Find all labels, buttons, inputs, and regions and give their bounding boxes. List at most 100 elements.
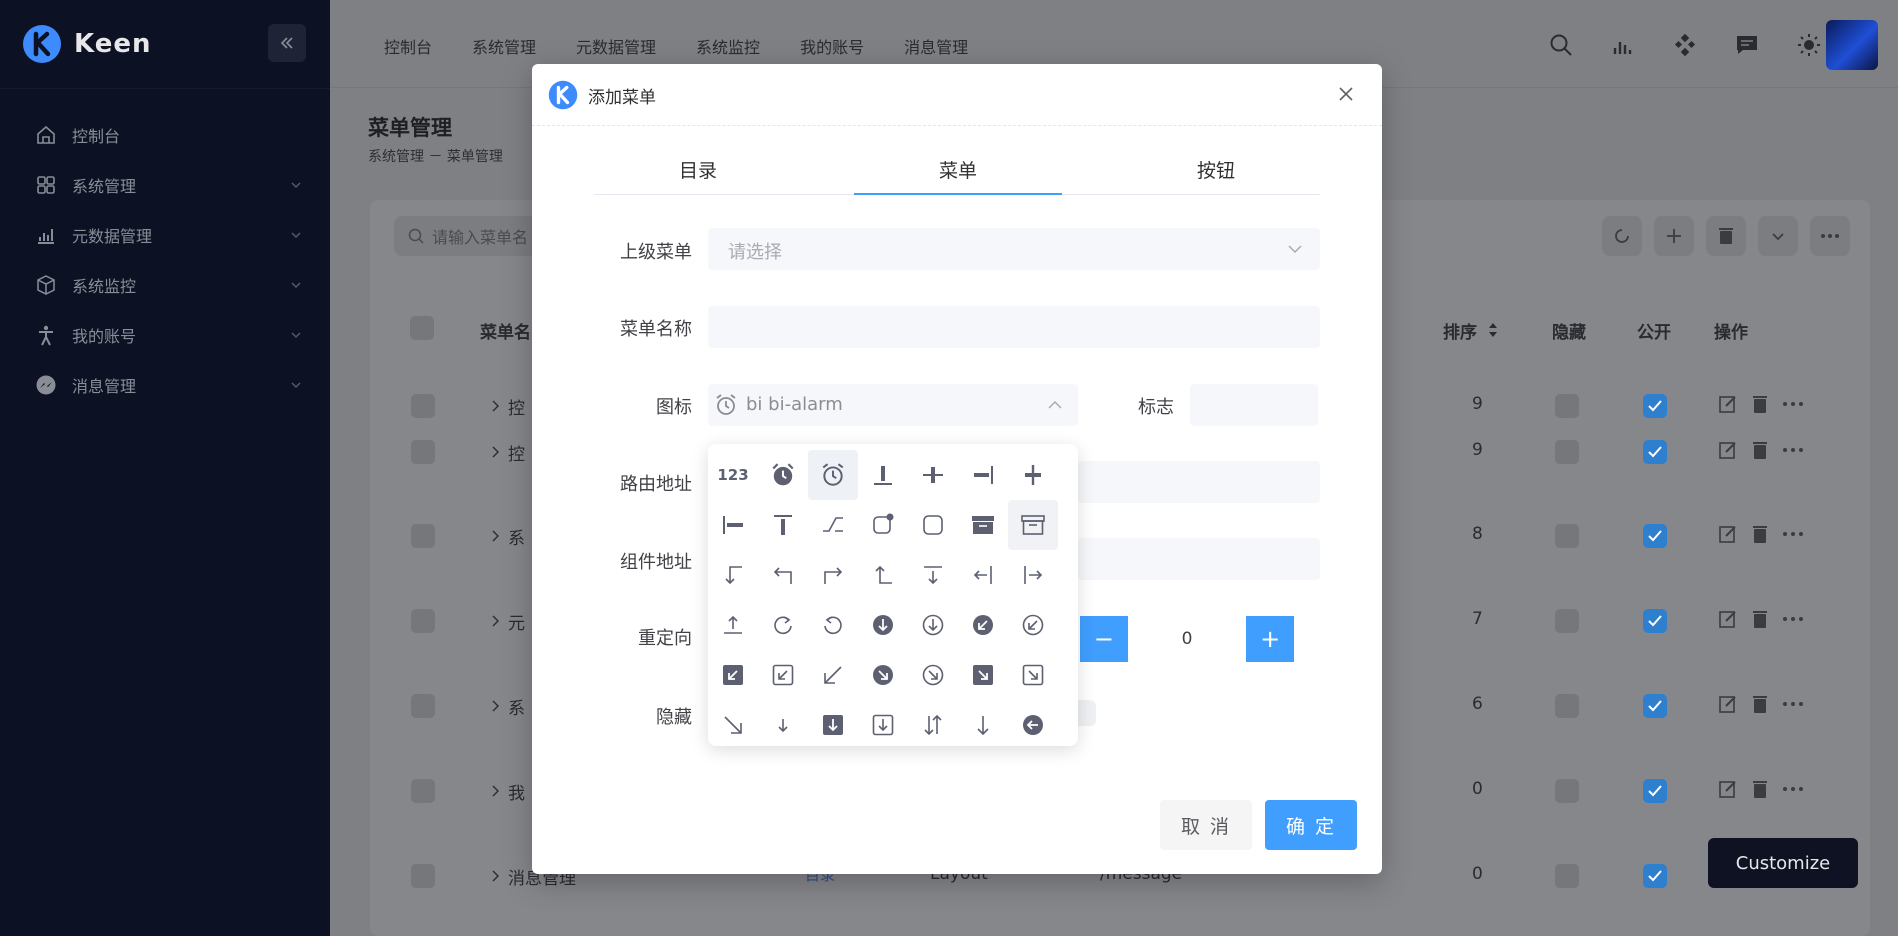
row-checkbox[interactable]: [411, 779, 435, 803]
archive-icon[interactable]: [1008, 500, 1058, 550]
arrow-90deg-down-icon[interactable]: [708, 550, 758, 600]
arrow-down-short-icon[interactable]: [758, 700, 808, 750]
arrow-down-up-icon[interactable]: [908, 700, 958, 750]
row-checkbox[interactable]: [411, 440, 435, 464]
arrow-clockwise-icon[interactable]: [758, 600, 808, 650]
flag-input[interactable]: [1190, 384, 1318, 426]
archive-fill-icon[interactable]: [958, 500, 1008, 550]
chevron-right-icon[interactable]: [490, 446, 500, 458]
chat-icon[interactable]: [1716, 28, 1778, 62]
arrow-bar-down-icon[interactable]: [908, 550, 958, 600]
align-center-icon[interactable]: [908, 450, 958, 500]
top-menu-item[interactable]: 控制台: [384, 34, 432, 58]
chevron-right-icon[interactable]: [490, 700, 500, 712]
bar-chart-icon[interactable]: [1592, 28, 1654, 62]
trash-icon[interactable]: [1752, 779, 1768, 799]
alt-icon[interactable]: [808, 500, 858, 550]
arrow-counterclockwise-icon[interactable]: [808, 600, 858, 650]
sort-icon[interactable]: [1488, 322, 1498, 338]
row-hidden-checkbox[interactable]: [1555, 779, 1579, 803]
route-input[interactable]: [1078, 461, 1320, 503]
app-icon[interactable]: [908, 500, 958, 550]
more-dots-icon[interactable]: [1782, 394, 1804, 414]
icon-select[interactable]: bi bi-alarm: [708, 384, 1078, 426]
arrow-left-circle-fill-icon[interactable]: [1008, 700, 1058, 750]
more-button[interactable]: [1810, 216, 1850, 256]
arrow-down-right-square-icon[interactable]: [1008, 650, 1058, 700]
edit-icon[interactable]: [1718, 394, 1738, 414]
chevron-right-icon[interactable]: [490, 530, 500, 542]
row-hidden-checkbox[interactable]: [1555, 694, 1579, 718]
customize-button[interactable]: Customize: [1708, 838, 1858, 888]
delete-button[interactable]: [1706, 216, 1746, 256]
trash-icon[interactable]: [1752, 609, 1768, 629]
row-public-checkbox[interactable]: [1643, 394, 1667, 418]
arrow-down-right-circle-fill-icon[interactable]: [858, 650, 908, 700]
trash-icon[interactable]: [1752, 394, 1768, 414]
search-icon[interactable]: [1530, 28, 1592, 62]
expand-button[interactable]: [1758, 216, 1798, 256]
parent-menu-select[interactable]: 请选择: [708, 228, 1320, 270]
menu-name-input[interactable]: [708, 306, 1320, 348]
app-logo[interactable]: Keen: [22, 24, 151, 64]
top-menu-item[interactable]: 我的账号: [800, 34, 864, 58]
row-checkbox[interactable]: [411, 524, 435, 548]
123-icon[interactable]: 123: [708, 450, 758, 500]
edit-icon[interactable]: [1718, 524, 1738, 544]
row-checkbox[interactable]: [411, 394, 435, 418]
edit-icon[interactable]: [1718, 609, 1738, 629]
arrow-down-left-icon[interactable]: [808, 650, 858, 700]
align-middle-icon[interactable]: [1008, 450, 1058, 500]
row-public-checkbox[interactable]: [1643, 779, 1667, 803]
confirm-button[interactable]: 确 定: [1265, 800, 1357, 850]
alarm-fill-icon[interactable]: [758, 450, 808, 500]
sidebar-item-account[interactable]: 我的账号: [0, 310, 330, 360]
edit-icon[interactable]: [1718, 440, 1738, 460]
avatar[interactable]: [1826, 20, 1878, 70]
arrow-90deg-left-icon[interactable]: [758, 550, 808, 600]
arrow-down-right-circle-icon[interactable]: [908, 650, 958, 700]
align-end-icon[interactable]: [958, 450, 1008, 500]
arrow-90deg-right-icon[interactable]: [808, 550, 858, 600]
arrow-down-square-fill-icon[interactable]: [808, 700, 858, 750]
chevron-right-icon[interactable]: [490, 870, 500, 882]
row-public-checkbox[interactable]: [1643, 524, 1667, 548]
add-button[interactable]: [1654, 216, 1694, 256]
sidebar-item-metadata[interactable]: 元数据管理: [0, 210, 330, 260]
tab-directory[interactable]: 目录: [594, 156, 802, 183]
row-public-checkbox[interactable]: [1643, 694, 1667, 718]
trash-icon[interactable]: [1752, 440, 1768, 460]
sidebar-item-monitor[interactable]: 系统监控: [0, 260, 330, 310]
sidebar-collapse-button[interactable]: [268, 24, 306, 62]
row-hidden-checkbox[interactable]: [1555, 440, 1579, 464]
apps-icon[interactable]: [1654, 28, 1716, 62]
app-indicator-icon[interactable]: [858, 500, 908, 550]
tab-menu[interactable]: 菜单: [854, 156, 1062, 183]
chevron-right-icon[interactable]: [490, 615, 500, 627]
row-hidden-checkbox[interactable]: [1555, 864, 1579, 888]
hidden-switch[interactable]: [1078, 700, 1096, 726]
component-input[interactable]: [1078, 538, 1320, 580]
arrow-down-left-square-fill-icon[interactable]: [708, 650, 758, 700]
row-public-checkbox[interactable]: [1643, 609, 1667, 633]
row-hidden-checkbox[interactable]: [1555, 609, 1579, 633]
arrow-down-circle-fill-icon[interactable]: [858, 600, 908, 650]
arrow-down-right-icon[interactable]: [708, 700, 758, 750]
row-checkbox[interactable]: [411, 609, 435, 633]
sidebar-item-system[interactable]: 系统管理: [0, 160, 330, 210]
arrow-90deg-up-icon[interactable]: [858, 550, 908, 600]
trash-icon[interactable]: [1752, 694, 1768, 714]
top-menu-item[interactable]: 系统监控: [696, 34, 760, 58]
edit-icon[interactable]: [1718, 694, 1738, 714]
align-start-icon[interactable]: [708, 500, 758, 550]
arrow-down-left-square-icon[interactable]: [758, 650, 808, 700]
row-public-checkbox[interactable]: [1643, 440, 1667, 464]
row-public-checkbox[interactable]: [1643, 864, 1667, 888]
tab-button[interactable]: 按钮: [1112, 156, 1320, 183]
align-bottom-icon[interactable]: [858, 450, 908, 500]
row-hidden-checkbox[interactable]: [1555, 524, 1579, 548]
arrow-bar-up-icon[interactable]: [708, 600, 758, 650]
chevron-right-icon[interactable]: [490, 400, 500, 412]
row-checkbox[interactable]: [411, 864, 435, 888]
chevron-right-icon[interactable]: [490, 785, 500, 797]
